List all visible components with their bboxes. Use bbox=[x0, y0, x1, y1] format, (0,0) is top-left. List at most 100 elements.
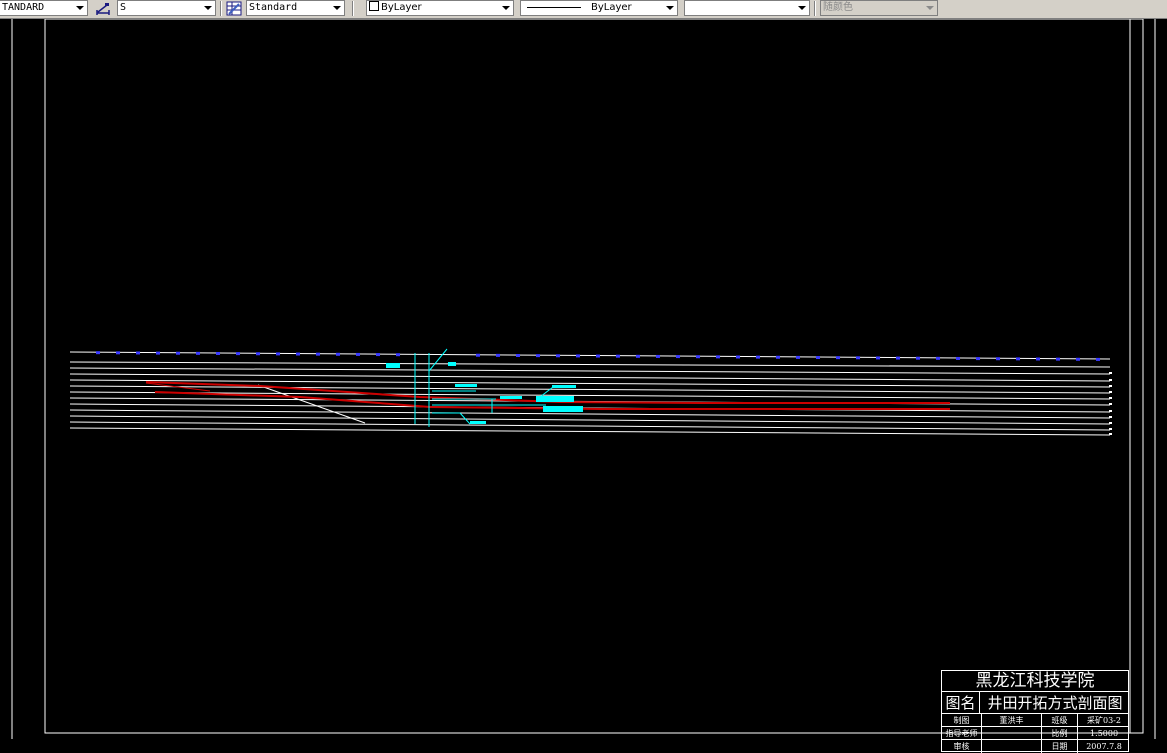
surface-mark bbox=[316, 352, 320, 356]
surface-mark bbox=[756, 355, 760, 359]
surface-mark bbox=[376, 353, 380, 357]
surface-mark bbox=[156, 351, 160, 355]
table-style-icon[interactable] bbox=[226, 1, 242, 16]
linetype-value: ByLayer bbox=[591, 2, 632, 13]
surface-mark bbox=[676, 355, 680, 359]
roadway-block bbox=[543, 406, 583, 412]
scale-label: 比例 bbox=[1042, 727, 1078, 739]
surface-mark bbox=[116, 351, 120, 355]
chevron-down-icon bbox=[923, 1, 937, 15]
dimension-style-value: S bbox=[120, 2, 127, 13]
drawing-name: 井田开拓方式剖面图 bbox=[987, 694, 1123, 712]
table-style-dropdown[interactable]: Standard bbox=[246, 0, 345, 16]
surface-mark bbox=[496, 353, 500, 357]
scale: 1:5000 bbox=[1089, 729, 1119, 738]
surface-mark bbox=[96, 351, 100, 355]
drawn-by: 董洪丰 bbox=[982, 714, 1042, 726]
surface-mark bbox=[616, 354, 620, 358]
surface-mark bbox=[1056, 357, 1060, 361]
surface-mark bbox=[636, 354, 640, 358]
stratum-line bbox=[69, 385, 1111, 394]
toolbar-separator bbox=[814, 1, 816, 16]
title-row-review: 审核 日期 2007.7.8 bbox=[942, 740, 1128, 753]
lineweight-control-dropdown[interactable] bbox=[684, 0, 810, 16]
color-swatch-icon bbox=[369, 1, 379, 11]
surface-mark bbox=[396, 353, 400, 357]
surface-mark bbox=[916, 356, 920, 360]
surface-mark bbox=[296, 352, 300, 356]
surface-mark bbox=[1036, 357, 1040, 361]
stratum-line bbox=[69, 367, 1111, 375]
surface-mark bbox=[176, 351, 180, 355]
sheet-inner-border bbox=[44, 19, 1144, 734]
plot-style-value: 随颜色 bbox=[823, 2, 853, 13]
surface-mark bbox=[736, 355, 740, 359]
surface-mark bbox=[976, 357, 980, 361]
linetype-control-dropdown[interactable]: ByLayer bbox=[520, 0, 678, 16]
surface-mark bbox=[1076, 357, 1080, 361]
surface-mark bbox=[856, 356, 860, 360]
surface-mark bbox=[536, 354, 540, 358]
surface-mark bbox=[776, 355, 780, 359]
color-control-dropdown[interactable]: ByLayer bbox=[366, 0, 514, 16]
chevron-down-icon[interactable] bbox=[201, 1, 215, 15]
surface-mark bbox=[356, 352, 360, 356]
surface-mark bbox=[516, 354, 520, 358]
class-value: 采矿03-2 bbox=[1087, 716, 1121, 725]
surface-mark bbox=[896, 356, 900, 360]
surface-mark bbox=[836, 356, 840, 360]
surface-mark bbox=[196, 351, 200, 355]
title-row-drawing-name: 图名 井田开拓方式剖面图 bbox=[942, 692, 1128, 714]
surface-mark bbox=[1096, 357, 1100, 361]
linetype-preview-icon bbox=[527, 6, 581, 8]
review-label: 审核 bbox=[942, 740, 982, 753]
advisor bbox=[982, 727, 1042, 739]
reviewer bbox=[982, 740, 1042, 753]
title-row-drawn-by: 制图 董洪丰 班级 采矿03-2 bbox=[942, 714, 1128, 727]
section-drawing bbox=[11, 19, 1156, 739]
chevron-down-icon[interactable] bbox=[663, 1, 677, 15]
surface-mark bbox=[216, 351, 220, 355]
surface-mark bbox=[956, 356, 960, 360]
stratum-line bbox=[69, 391, 1111, 400]
toolbar-separator bbox=[220, 1, 222, 16]
roadway-leader bbox=[459, 412, 471, 425]
surface-mark bbox=[796, 355, 800, 359]
properties-toolbar: TANDARD S Standard ByLayer ByLayer 随颜色 bbox=[0, 0, 1167, 19]
color-value: ByLayer bbox=[381, 2, 422, 13]
chevron-down-icon[interactable] bbox=[499, 1, 513, 15]
class-label: 班级 bbox=[1042, 714, 1078, 726]
title-row-advisor: 指导老师 比例 1:5000 bbox=[942, 727, 1128, 740]
surface-mark bbox=[336, 352, 340, 356]
date-label: 日期 bbox=[1042, 740, 1078, 753]
chevron-down-icon[interactable] bbox=[73, 1, 87, 15]
drawing-name-label: 图名 bbox=[942, 692, 980, 713]
surface-mark bbox=[996, 357, 1000, 361]
institution-name: 黑龙江科技学院 bbox=[975, 671, 1095, 691]
surface-elevation-marks bbox=[96, 351, 1100, 361]
surface-mark bbox=[1016, 357, 1020, 361]
title-row-institution: 黑龙江科技学院 bbox=[942, 671, 1128, 692]
text-style-dropdown[interactable]: TANDARD bbox=[0, 0, 88, 16]
text-style-value: TANDARD bbox=[2, 2, 45, 13]
title-block: 黑龙江科技学院 图名 井田开拓方式剖面图 制图 董洪丰 班级 采矿03-2 指导… bbox=[941, 670, 1129, 753]
chevron-down-icon[interactable] bbox=[330, 1, 344, 15]
table-style-value: Standard bbox=[249, 2, 298, 13]
drawn-by-label: 制图 bbox=[942, 714, 982, 726]
surface-mark bbox=[816, 356, 820, 360]
surface-mark bbox=[876, 356, 880, 360]
drawing-canvas[interactable]: 黑龙江科技学院 图名 井田开拓方式剖面图 制图 董洪丰 班级 采矿03-2 指导… bbox=[0, 19, 1167, 753]
surface-mark bbox=[576, 354, 580, 358]
surface-mark bbox=[596, 354, 600, 358]
shaft-collar-block bbox=[386, 363, 400, 368]
date: 2007.7.8 bbox=[1086, 742, 1122, 751]
surface-mark bbox=[276, 352, 280, 356]
surface-mark bbox=[556, 354, 560, 358]
surface-line bbox=[69, 351, 1111, 360]
dimension-style-dropdown[interactable]: S bbox=[117, 0, 216, 16]
stratum-line bbox=[69, 373, 1111, 382]
surface-mark bbox=[656, 354, 660, 358]
chevron-down-icon[interactable] bbox=[795, 1, 809, 15]
dimension-style-icon[interactable] bbox=[95, 1, 111, 16]
surface-mark bbox=[256, 352, 260, 356]
